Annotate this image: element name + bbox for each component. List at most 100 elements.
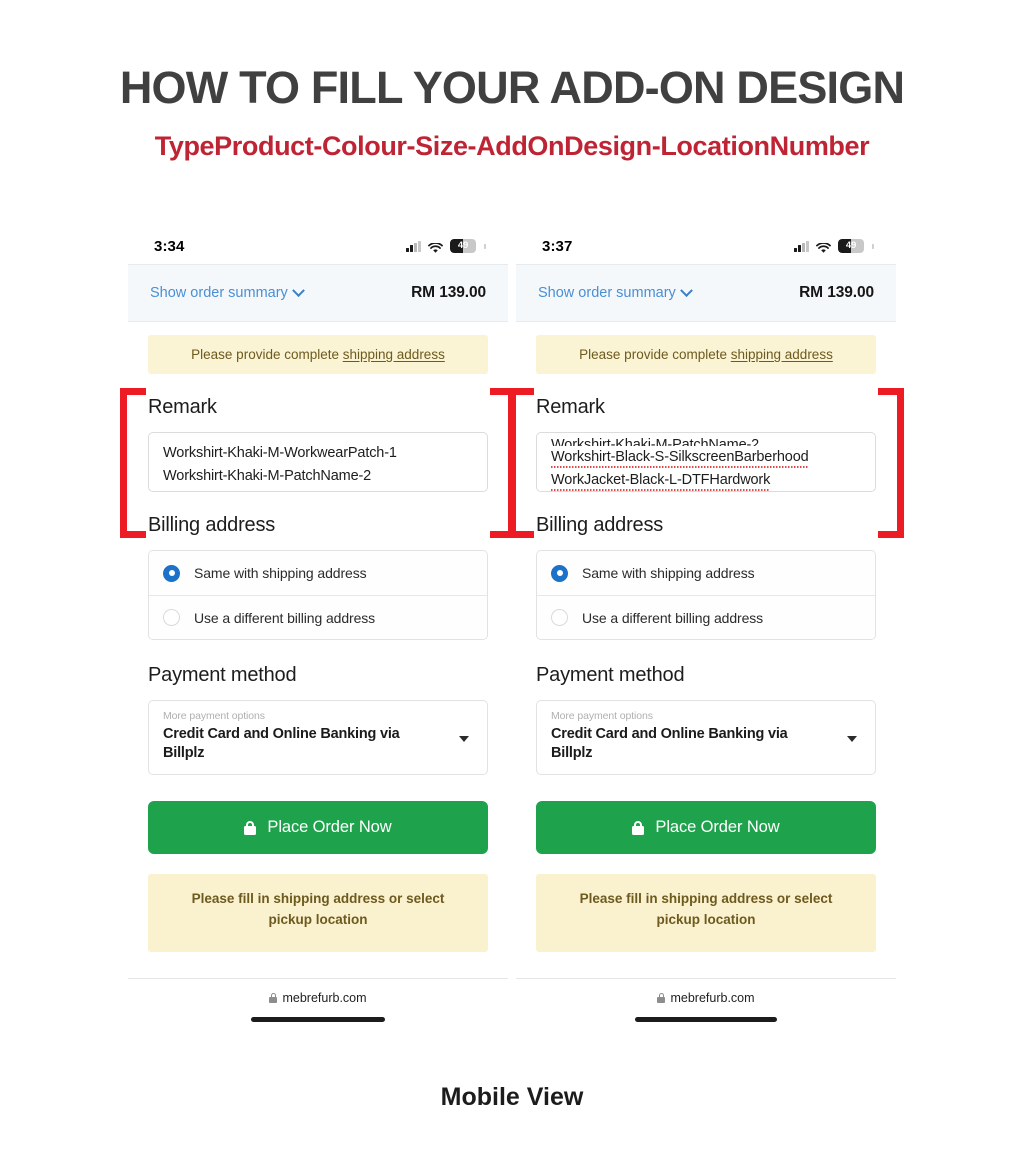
lock-icon [244,820,257,835]
status-icons: 49 [794,239,874,253]
show-order-summary-toggle[interactable]: Show order summary [538,283,693,301]
billing-option-label: Use a different billing address [582,609,764,626]
payment-method-section: Payment method More payment options Cred… [536,664,876,775]
shipping-notice-text: Please provide complete [191,347,343,362]
status-time: 3:37 [542,237,573,255]
show-order-summary-label: Show order summary [538,285,676,301]
remark-line: Workshirt-Khaki-M-WorkwearPatch-1 [163,445,397,461]
battery-icon: 49 [838,239,864,253]
payment-method-title: Payment method [536,664,685,686]
lock-icon [657,993,666,1003]
caret-down-icon[interactable] [847,735,857,742]
checkout-body: Please provide complete shipping address… [120,335,516,952]
highlight-bracket-right [878,388,904,538]
status-icons: 49 [406,239,486,253]
remark-title: Remark [148,396,217,418]
url-display[interactable]: mebrefurb.com [657,991,755,1005]
radio-selected-icon[interactable] [551,564,568,582]
billing-option-same[interactable]: Same with shipping address [149,551,487,595]
battery-tip [484,243,486,249]
status-bar: 3:34 49 [128,228,508,264]
url-text: mebrefurb.com [282,991,367,1005]
remark-textarea[interactable]: Workshirt-Khaki-M-PatchName-2 Workshirt-… [536,432,876,492]
lock-icon [269,993,278,1003]
radio-unselected-icon[interactable] [551,609,568,626]
billing-address-options: Same with shipping address Use a differe… [148,550,488,640]
chevron-down-icon [679,283,693,297]
place-order-button[interactable]: Place Order Now [536,801,876,854]
phone-screenshot-left: 3:34 49 Show order summary RM 139.00 Ple… [120,228,516,1034]
payment-method-select[interactable]: More payment options Credit Card and Onl… [536,700,876,775]
home-indicator [635,1017,777,1022]
radio-unselected-icon[interactable] [163,609,180,626]
battery-level: 49 [845,240,857,251]
highlight-bracket-right [490,388,516,538]
billing-address-title: Billing address [536,514,664,536]
order-total: RM 139.00 [799,284,874,301]
payment-method-title: Payment method [148,664,297,686]
mobile-view-caption: Mobile View [440,1083,584,1111]
caret-down-icon[interactable] [459,735,469,742]
battery-icon: 49 [450,239,476,253]
show-order-summary-toggle[interactable]: Show order summary [150,283,305,301]
shipping-address-link[interactable]: shipping address [731,347,833,362]
payment-method-select[interactable]: More payment options Credit Card and Onl… [148,700,488,775]
place-order-button[interactable]: Place Order Now [148,801,488,854]
billing-address-section: Billing address Same with shipping addre… [148,514,488,640]
remark-textarea[interactable]: Workshirt-Khaki-M-WorkwearPatch-1 Worksh… [148,432,488,492]
battery-tip [872,243,874,249]
chevron-down-icon [291,283,305,297]
shipping-notice-text: Please provide complete [579,347,731,362]
radio-selected-icon[interactable] [163,564,180,582]
url-display[interactable]: mebrefurb.com [269,991,367,1005]
remark-title: Remark [536,396,605,418]
url-text: mebrefurb.com [670,991,755,1005]
billing-option-different[interactable]: Use a different billing address [149,595,487,639]
checkout-warning: Please fill in shipping address or selec… [536,874,876,952]
shipping-address-notice: Please provide complete shipping address [536,335,876,374]
home-indicator [251,1017,385,1022]
payment-sub-label: More payment options [163,710,265,722]
status-bar: 3:37 49 [516,228,896,264]
billing-option-label: Same with shipping address [582,565,755,581]
billing-address-section: Billing address Same with shipping addre… [536,514,876,640]
wifi-icon [816,241,831,253]
remark-section: Remark Workshirt-Khaki-M-WorkwearPatch-1… [120,388,516,538]
order-summary-bar[interactable]: Show order summary RM 139.00 [516,264,896,322]
billing-option-same[interactable]: Same with shipping address [537,551,875,595]
poster-root: HOW TO FILL YOUR ADD-ON DESIGN TypeProdu… [0,0,1024,1170]
lock-icon [632,820,645,835]
place-order-label: Place Order Now [655,818,780,836]
payment-sub-label: More payment options [551,710,653,722]
billing-option-label: Same with shipping address [194,565,367,581]
billing-option-different[interactable]: Use a different billing address [537,595,875,639]
order-summary-bar[interactable]: Show order summary RM 139.00 [128,264,508,322]
highlight-bracket-left [120,388,146,538]
remark-line: Workshirt-Khaki-M-PatchName-2 [163,468,372,484]
payment-method-value: Credit Card and Online Banking via Billp… [551,726,788,761]
cellular-signal-icon [406,240,421,252]
remark-line: Workshirt-Khaki-M-PatchName-2 [551,437,760,446]
shipping-address-link[interactable]: shipping address [343,347,445,362]
page-subtitle: TypeProduct-Colour-Size-AddOnDesign-Loca… [154,131,870,161]
billing-address-title: Billing address [148,514,276,536]
place-order-label: Place Order Now [267,818,392,836]
browser-bottom-bar: mebrefurb.com [516,978,896,1034]
remark-line: WorkJacket-Black-L-DTFHardwork [551,469,861,491]
billing-option-label: Use a different billing address [194,609,376,626]
show-order-summary-label: Show order summary [150,285,288,301]
payment-method-section: Payment method More payment options Cred… [148,664,488,775]
checkout-body: Please provide complete shipping address… [508,335,904,952]
checkout-warning: Please fill in shipping address or selec… [148,874,488,952]
highlight-bracket-left [508,388,534,538]
phone-screenshot-right: 3:37 49 Show order summary RM 139.00 Ple… [508,228,904,1034]
billing-address-options: Same with shipping address Use a differe… [536,550,876,640]
cellular-signal-icon [794,240,809,252]
browser-bottom-bar: mebrefurb.com [128,978,508,1034]
remark-line: Workshirt-Black-S-SilkscreenBarberhood [551,446,861,469]
page-title: HOW TO FILL YOUR ADD-ON DESIGN [119,62,905,113]
wifi-icon [428,241,443,253]
battery-level: 49 [457,240,469,251]
status-time: 3:34 [154,237,185,255]
shipping-address-notice: Please provide complete shipping address [148,335,488,374]
